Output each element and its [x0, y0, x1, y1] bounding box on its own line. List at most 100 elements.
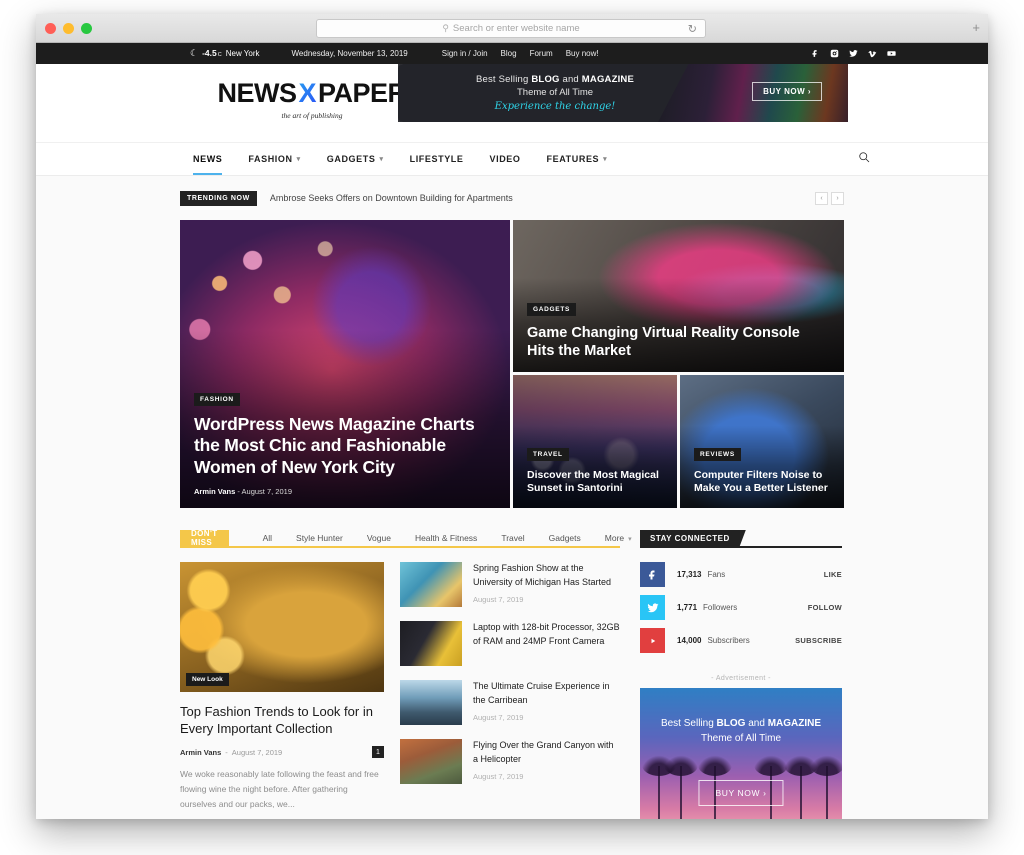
tab-style-hunter[interactable]: Style Hunter — [284, 533, 355, 543]
category-badge-reviews[interactable]: REVIEWS — [694, 447, 741, 461]
list-item[interactable]: Flying Over the Grand Canyon with a Heli… — [400, 739, 620, 784]
nav-item-lifestyle[interactable]: LIFESTYLE — [397, 143, 477, 175]
dont-miss-badge: DON'T MISS — [180, 529, 229, 547]
topbar-link-blog[interactable]: Blog — [501, 49, 517, 58]
featured-article-excerpt: We woke reasonably late following the fe… — [180, 769, 379, 810]
browser-window: ⚲ Search or enter website name ↻ + ☾ -4.… — [36, 14, 988, 819]
header-ad-buy-now-button[interactable]: BUY NOW › — [752, 82, 822, 101]
category-badge-gadgets[interactable]: GADGETS — [527, 302, 577, 316]
dont-miss-section: DON'T MISS All Style Hunter Vogue Health… — [180, 529, 632, 819]
hero-reviews-title[interactable]: Computer Filters Noise to Make You a Bet… — [694, 469, 830, 496]
hero-bottom-group: TRAVEL Discover the Most Magical Sunset … — [513, 375, 844, 508]
window-controls — [45, 23, 92, 34]
featured-article-title[interactable]: Top Fashion Trends to Look for in Every … — [180, 703, 384, 737]
trending-prev-button[interactable]: ‹ — [815, 191, 828, 205]
tab-all[interactable]: All — [251, 533, 284, 543]
comment-count-badge[interactable]: 1 — [372, 746, 384, 759]
instagram-icon[interactable] — [830, 49, 839, 58]
trending-bar: TRENDING NOW Ambrose Seeks Offers on Dow… — [180, 188, 844, 208]
facebook-like-button[interactable]: LIKE — [824, 570, 842, 579]
youtube-subscribe-button[interactable]: SUBSCRIBE — [795, 636, 842, 645]
social-row-facebook[interactable]: 17,313 Fans LIKE — [640, 562, 842, 587]
sidebar: STAY CONNECTED 17,313 Fans LIKE 1,771 Fo… — [640, 530, 842, 819]
article-title[interactable]: Flying Over the Grand Canyon with a Heli… — [473, 739, 620, 766]
reload-icon[interactable]: ↻ — [688, 22, 697, 35]
nav-item-features[interactable]: FEATURES ▾ — [534, 143, 621, 175]
list-item[interactable]: Spring Fashion Show at the University of… — [400, 562, 620, 607]
youtube-icon[interactable] — [887, 49, 896, 58]
stay-connected-widget-header: STAY CONNECTED — [640, 530, 842, 548]
article-date: August 7, 2019 — [473, 595, 524, 604]
site-logo[interactable]: NEWSXPAPER the art of publishing — [212, 78, 412, 121]
meta-separator: - — [237, 487, 240, 496]
topbar-link-signin[interactable]: Sign in / Join — [442, 49, 488, 58]
tab-travel[interactable]: Travel — [489, 533, 536, 543]
hero-main-author[interactable]: Armin Vans — [194, 487, 235, 496]
stay-connected-title: STAY CONNECTED — [640, 530, 746, 546]
tab-vogue[interactable]: Vogue — [355, 533, 403, 543]
article-thumbnail — [400, 680, 462, 725]
dont-miss-tabbar: DON'T MISS All Style Hunter Vogue Health… — [180, 529, 632, 548]
logo-text-paper: PAPER — [317, 78, 407, 108]
hero-santorini-title[interactable]: Discover the Most Magical Sunset in Sant… — [527, 469, 663, 496]
article-title[interactable]: Laptop with 128-bit Processor, 32GB of R… — [473, 621, 620, 648]
nav-item-video[interactable]: VIDEO — [477, 143, 534, 175]
hero-reviews-content: REVIEWS Computer Filters Noise to Make Y… — [694, 443, 830, 496]
search-icon: ⚲ — [442, 23, 449, 33]
minimize-window-button[interactable] — [63, 23, 74, 34]
page-body: TRENDING NOW Ambrose Seeks Offers on Dow… — [36, 176, 988, 819]
category-badge-new-look[interactable]: New Look — [186, 673, 229, 686]
featured-article[interactable]: New Look Top Fashion Trends to Look for … — [180, 562, 384, 812]
nav-item-gadgets[interactable]: GADGETS ▾ — [314, 143, 397, 175]
website-content: ☾ -4.5 C New York Wednesday, November 13… — [36, 43, 988, 819]
sidebar-ad-buy-now-button[interactable]: BUY NOW › — [698, 780, 784, 806]
article-title[interactable]: Spring Fashion Show at the University of… — [473, 562, 620, 589]
trending-headline[interactable]: Ambrose Seeks Offers on Downtown Buildin… — [270, 193, 513, 203]
tab-more[interactable]: More ▾ — [593, 533, 644, 543]
hero-main-article[interactable]: FASHION WordPress News Magazine Charts t… — [180, 220, 510, 508]
topbar-links: Sign in / Join Blog Forum Buy now! — [442, 49, 599, 58]
hero-vr-title[interactable]: Game Changing Virtual Reality Console Hi… — [527, 324, 830, 360]
tab-health-fitness[interactable]: Health & Fitness — [403, 533, 489, 543]
new-tab-button[interactable]: + — [972, 21, 980, 34]
featured-article-author[interactable]: Armin Vans — [180, 748, 221, 757]
header-ad-line1: Best Selling BLOG and MAGAZINE — [475, 74, 635, 85]
sidebar-advertisement[interactable]: Best Selling BLOG and MAGAZINE Theme of … — [640, 688, 842, 819]
content-container: TRENDING NOW Ambrose Seeks Offers on Dow… — [180, 188, 844, 819]
maximize-window-button[interactable] — [81, 23, 92, 34]
topbar-social-links — [811, 49, 896, 58]
topbar-link-buynow[interactable]: Buy now! — [566, 49, 599, 58]
address-bar[interactable]: ⚲ Search or enter website name ↻ — [316, 19, 706, 38]
hero-article-reviews[interactable]: REVIEWS Computer Filters Noise to Make Y… — [680, 375, 844, 508]
nav-item-news[interactable]: NEWS — [190, 143, 235, 175]
twitter-icon[interactable] — [849, 49, 858, 58]
search-icon[interactable] — [858, 150, 870, 168]
social-row-twitter[interactable]: 1,771 Followers FOLLOW — [640, 595, 842, 620]
nav-item-fashion[interactable]: FASHION ▾ — [235, 143, 313, 175]
trending-next-button[interactable]: › — [831, 191, 844, 205]
header-advertisement[interactable]: Best Selling BLOG and MAGAZINE Theme of … — [398, 64, 848, 122]
hero-article-santorini[interactable]: TRAVEL Discover the Most Magical Sunset … — [513, 375, 677, 508]
sidebar-ad-text: Best Selling BLOG and MAGAZINE Theme of … — [640, 718, 842, 744]
list-item[interactable]: The Ultimate Cruise Experience in the Ca… — [400, 680, 620, 725]
tab-gadgets[interactable]: Gadgets — [537, 533, 593, 543]
list-item[interactable]: Laptop with 128-bit Processor, 32GB of R… — [400, 621, 620, 666]
top-utility-bar: ☾ -4.5 C New York Wednesday, November 13… — [36, 43, 988, 64]
social-row-youtube[interactable]: 14,000 Subscribers SUBSCRIBE — [640, 628, 842, 653]
hero-main-title[interactable]: WordPress News Magazine Charts the Most … — [194, 414, 496, 478]
browser-chrome: ⚲ Search or enter website name ↻ + — [36, 14, 988, 43]
category-badge-travel[interactable]: TRAVEL — [527, 447, 569, 461]
address-bar-placeholder: Search or enter website name — [452, 23, 580, 34]
hero-main-date: August 7, 2019 — [241, 487, 292, 496]
facebook-icon[interactable] — [811, 49, 820, 58]
category-badge-fashion[interactable]: FASHION — [194, 392, 240, 406]
featured-article-meta: Armin Vans - August 7, 2019 1 — [180, 746, 384, 759]
current-date: Wednesday, November 13, 2019 — [291, 49, 408, 58]
hero-article-vr[interactable]: GADGETS Game Changing Virtual Reality Co… — [513, 220, 844, 372]
main-navigation: NEWS FASHION ▾ GADGETS ▾ LIFESTYLE VIDEO F… — [36, 142, 988, 176]
twitter-follow-button[interactable]: FOLLOW — [808, 603, 842, 612]
article-title[interactable]: The Ultimate Cruise Experience in the Ca… — [473, 680, 620, 707]
vimeo-icon[interactable] — [868, 49, 877, 58]
topbar-link-forum[interactable]: Forum — [530, 49, 553, 58]
close-window-button[interactable] — [45, 23, 56, 34]
